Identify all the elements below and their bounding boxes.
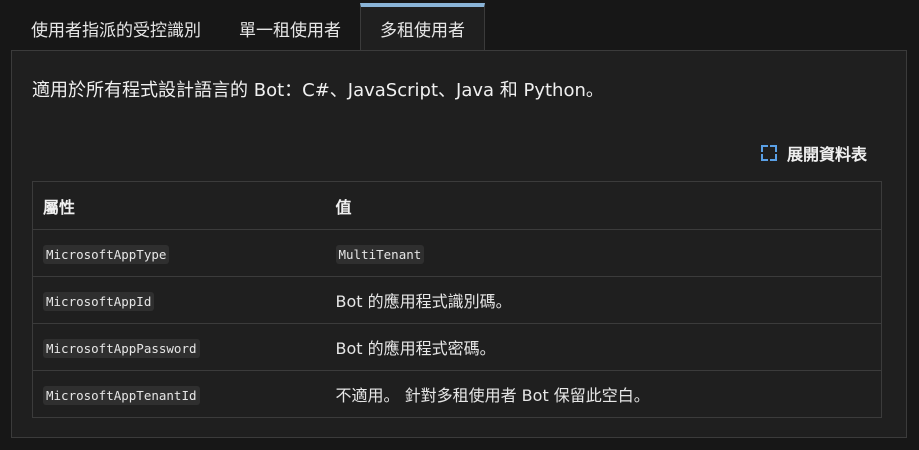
column-header-value: 值 [325,181,882,230]
value-cell: MultiTenant [325,229,882,277]
property-name: MicrosoftAppId [43,291,155,311]
table-row: MicrosoftAppTenantId 不適用。 針對多租使用者 Bot 保留… [32,370,882,418]
table-row: MicrosoftAppPassword Bot 的應用程式密碼。 [32,323,882,371]
expand-table-label: 展開資料表 [786,145,867,164]
property-value: MultiTenant [335,244,425,264]
intro-text: 適用於所有程式設計語言的 Bot：C#、JavaScript、Java 和 Py… [32,80,604,101]
property-cell: MicrosoftAppTenantId [32,370,326,418]
tab-panel: 適用於所有程式設計語言的 Bot：C#、JavaScript、Java 和 Py… [11,50,907,438]
value-cell: Bot 的應用程式識別碼。 [325,276,882,324]
properties-table: 屬性 值 MicrosoftAppType MultiTenant Micros… [32,181,882,418]
tab-user-assigned-managed-identity[interactable]: 使用者指派的受控識別 [12,3,220,50]
property-name: MicrosoftAppType [43,244,170,264]
table-row: MicrosoftAppType MultiTenant [32,229,882,277]
expand-table-button[interactable]: 展開資料表 [760,141,867,165]
property-cell: MicrosoftAppPassword [32,323,326,371]
value-cell: Bot 的應用程式密碼。 [325,323,882,371]
tab-list: 使用者指派的受控識別 單一租使用者 多租使用者 [12,3,485,50]
table-row: MicrosoftAppId Bot 的應用程式識別碼。 [32,276,882,324]
tab-single-tenant[interactable]: 單一租使用者 [220,3,360,50]
table-header-row: 屬性 值 [32,181,882,230]
property-cell: MicrosoftAppId [32,276,326,324]
property-name: MicrosoftAppPassword [43,338,200,358]
property-name: MicrosoftAppTenantId [43,385,200,405]
column-header-property: 屬性 [32,181,326,230]
value-cell: 不適用。 針對多租使用者 Bot 保留此空白。 [325,370,882,418]
tab-multi-tenant[interactable]: 多租使用者 [360,3,485,50]
expand-icon [760,145,777,161]
property-cell: MicrosoftAppType [32,229,326,277]
